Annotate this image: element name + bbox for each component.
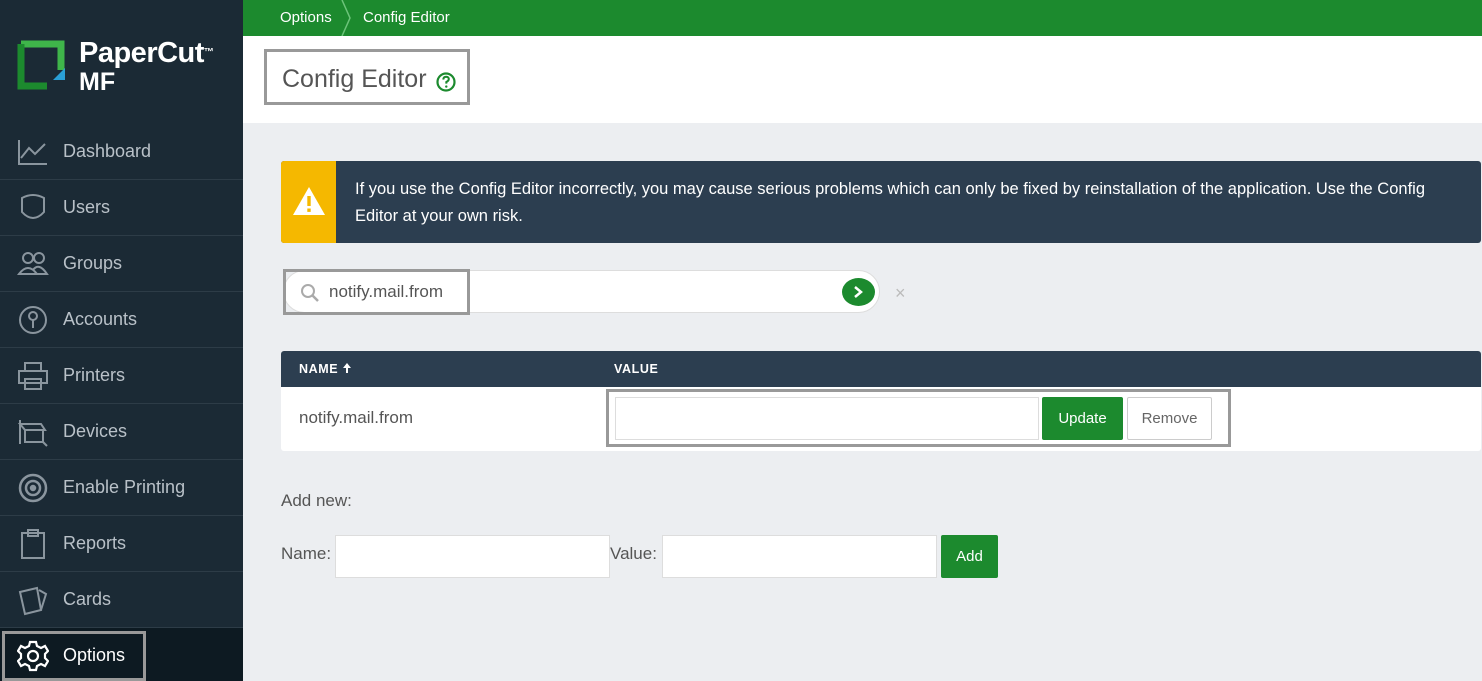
user-icon <box>17 192 49 224</box>
papercut-logo[interactable]: PaperCut™ MF <box>17 37 227 96</box>
sidebar-item-label: Users <box>63 197 111 217</box>
sidebar-item-users[interactable]: Users <box>0 180 243 236</box>
chevron-right-icon <box>854 286 863 298</box>
sidebar-item-label: Printers <box>63 365 126 385</box>
add-new-heading: Add new: <box>281 491 352 510</box>
new-value-label: Value: <box>610 544 657 563</box>
search-go-button[interactable] <box>842 278 875 306</box>
brand-name: PaperCut™ <box>79 37 214 69</box>
new-name-input[interactable] <box>335 535 610 578</box>
table-header: NAME VALUE <box>281 351 1481 387</box>
sort-ascending-icon <box>343 363 352 373</box>
breadcrumb: Options Config Editor <box>243 0 1482 36</box>
config-table: NAME VALUE notify.mail.from Update Remov… <box>281 351 1481 451</box>
sidebar: PaperCut™ MF Dashboard Users Groups Acco… <box>0 0 243 681</box>
sidebar-item-accounts[interactable]: Accounts <box>0 292 243 348</box>
sidebar-item-label: Devices <box>63 421 128 441</box>
sidebar-item-reports[interactable]: Reports <box>0 516 243 572</box>
config-key-name: notify.mail.from <box>299 408 413 427</box>
clear-search-icon[interactable]: × <box>895 283 906 304</box>
sidebar-item-groups[interactable]: Groups <box>0 236 243 292</box>
printer-icon <box>17 360 49 392</box>
warning-icon <box>293 187 325 215</box>
help-icon[interactable] <box>436 72 456 92</box>
sidebar-item-cards[interactable]: Cards <box>0 572 243 628</box>
warning-text: If you use the Config Editor incorrectly… <box>355 180 1426 225</box>
sidebar-item-label: Reports <box>63 533 127 553</box>
sidebar-item-printers[interactable]: Printers <box>0 348 243 404</box>
enable-printing-icon <box>17 472 49 504</box>
sidebar-item-label: Enable Printing <box>63 477 186 497</box>
brand-sub: MF <box>79 68 116 96</box>
column-header-name[interactable]: NAME <box>299 362 352 376</box>
table-row: notify.mail.from Update Remove <box>281 387 1481 451</box>
update-button[interactable]: Update <box>1042 397 1123 440</box>
title-highlight-box: Config Editor <box>264 49 470 105</box>
sidebar-item-dashboard[interactable]: Dashboard <box>0 124 243 180</box>
breadcrumb-separator-icon <box>341 0 351 36</box>
device-icon <box>17 416 49 448</box>
config-value-input[interactable] <box>615 397 1039 440</box>
sidebar-item-label: Options <box>63 645 126 665</box>
page-title: Config Editor <box>282 65 427 93</box>
sidebar-item-label: Accounts <box>63 309 138 329</box>
warning-banner: If you use the Config Editor incorrectly… <box>281 161 1481 243</box>
warning-icon-box <box>281 161 336 243</box>
search-highlight-box <box>283 269 470 315</box>
column-header-value: VALUE <box>614 362 659 376</box>
add-button[interactable]: Add <box>941 535 998 578</box>
gear-icon <box>16 640 50 672</box>
remove-button[interactable]: Remove <box>1127 397 1212 440</box>
group-icon <box>16 248 49 280</box>
cards-icon <box>17 584 49 616</box>
breadcrumb-options[interactable]: Options <box>280 0 332 36</box>
new-value-input[interactable] <box>662 535 937 578</box>
sidebar-item-label: Cards <box>63 589 112 609</box>
sidebar-item-label: Groups <box>63 253 123 273</box>
clipboard-icon <box>17 528 49 560</box>
sidebar-item-label: Dashboard <box>63 141 152 161</box>
sidebar-item-enable-printing[interactable]: Enable Printing <box>0 460 243 516</box>
sidebar-nav: Dashboard Users Groups Accounts Printers <box>0 124 243 681</box>
breadcrumb-config-editor: Config Editor <box>363 9 450 26</box>
sidebar-item-devices[interactable]: Devices <box>0 404 243 460</box>
papercut-logo-mark <box>17 40 65 90</box>
lock-icon <box>17 304 49 336</box>
title-area: Config Editor <box>243 36 1482 123</box>
new-name-label: Name: <box>281 544 332 563</box>
sidebar-item-options[interactable]: Options <box>0 628 243 681</box>
chart-line-icon <box>17 136 49 168</box>
